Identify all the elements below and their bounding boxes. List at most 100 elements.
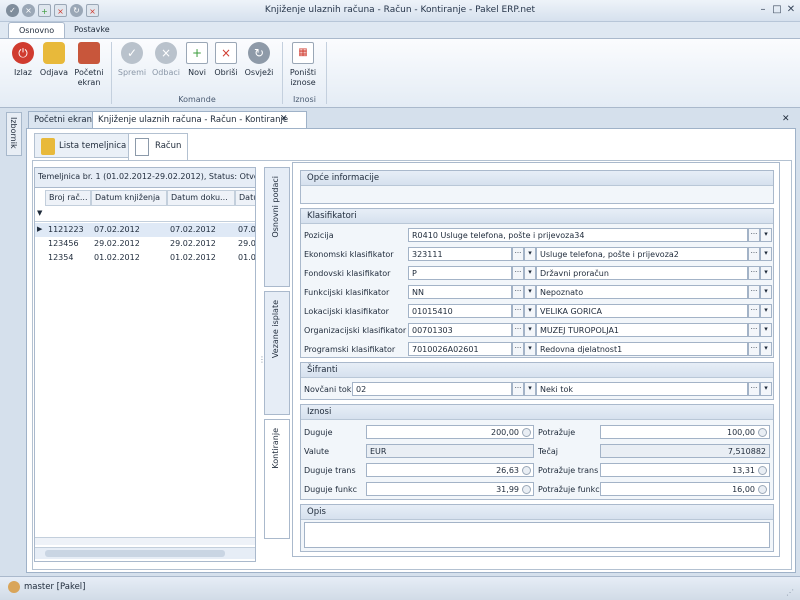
fond-name-lookup-button[interactable]: ··· [748, 266, 760, 280]
lok-name-lookup-button[interactable]: ··· [748, 304, 760, 318]
novi-button[interactable]: + Novi [184, 42, 210, 92]
obrisi-button[interactable]: × Obriši [212, 42, 240, 92]
close-icon[interactable]: ✕ [784, 4, 798, 17]
prog-name-field[interactable]: Redovna djelatnost1 [536, 342, 748, 356]
lok-lookup-button[interactable]: ··· [512, 304, 524, 318]
scroll-thumb[interactable] [45, 550, 225, 557]
org-code-field[interactable]: 00701303 [408, 323, 512, 337]
duguje-spin-icon[interactable] [522, 428, 531, 437]
cell: 29.02.2012 [94, 239, 140, 248]
novcani-tok-name-dropdown-button[interactable]: ▾ [760, 382, 772, 396]
lok-name-dropdown-button[interactable]: ▾ [760, 304, 772, 318]
doc-tab-pocetni-ekran[interactable]: Početni ekran [28, 111, 98, 128]
funk-dropdown-button[interactable]: ▾ [524, 285, 536, 299]
potrazuje-funkc-field[interactable]: 16,00 [600, 482, 770, 496]
funk-name-dropdown-button[interactable]: ▾ [760, 285, 772, 299]
lok-dropdown-button[interactable]: ▾ [524, 304, 536, 318]
odjava-button[interactable]: Odjava [38, 42, 70, 92]
ekon-code-field[interactable]: 323111 [408, 247, 512, 261]
pocetni-ekran-button[interactable]: Početni ekran [72, 42, 106, 92]
obrisi-label: Obriši [214, 68, 238, 77]
novcani-tok-name-lookup-button[interactable]: ··· [748, 382, 760, 396]
potrazuje-trans-field[interactable]: 13,31 [600, 463, 770, 477]
osvjezi-button[interactable]: ↻ Osvježi [242, 42, 276, 92]
duguje-trans-field[interactable]: 26,63 [366, 463, 534, 477]
opis-textarea[interactable] [304, 522, 770, 548]
document-icon [135, 138, 149, 156]
novcani-tok-code-field[interactable]: 02 [352, 382, 512, 396]
tab-osnovno[interactable]: Osnovno [8, 22, 66, 39]
vtab-kontiranje[interactable]: Kontiranje [264, 419, 290, 539]
novcani-tok-name-field[interactable]: Neki tok [536, 382, 748, 396]
org-name-lookup-button[interactable]: ··· [748, 323, 760, 337]
org-name-dropdown-button[interactable]: ▾ [760, 323, 772, 337]
minimize-icon[interactable]: – [756, 4, 770, 17]
racun-grid[interactable]: Temeljnica br. 1 (01.02.2012-29.02.2012)… [34, 167, 256, 562]
tecaj-field[interactable]: 7,510882 [600, 444, 770, 458]
prog-name-dropdown-button[interactable]: ▾ [760, 342, 772, 356]
novcani-tok-lookup-button[interactable]: ··· [512, 382, 524, 396]
lok-name-field[interactable]: VELIKA GORICA [536, 304, 748, 318]
side-panel-izbornik[interactable]: Izbornik [6, 112, 22, 156]
izlaz-button[interactable]: ⏻ Izlaz [8, 42, 38, 92]
doc-close-all-icon[interactable]: ✕ [782, 114, 790, 124]
potrazuje-funkc-spin-icon[interactable] [758, 485, 767, 494]
tab-postavke[interactable]: Postavke [64, 22, 120, 39]
odbaci-button[interactable]: × Odbaci [150, 42, 182, 92]
filter-row[interactable]: ▼ [35, 206, 255, 222]
funk-code-field[interactable]: NN [408, 285, 512, 299]
fond-name-dropdown-button[interactable]: ▾ [760, 266, 772, 280]
lok-code-field[interactable]: 01015410 [408, 304, 512, 318]
prog-dropdown-button[interactable]: ▾ [524, 342, 536, 356]
table-row[interactable]: 123456 29.02.2012 29.02.2012 29.0 [35, 237, 255, 251]
vtab-vezane-isplate[interactable]: Vezane isplate [264, 291, 290, 415]
funk-name-field[interactable]: Nepoznato [536, 285, 748, 299]
fond-dropdown-button[interactable]: ▾ [524, 266, 536, 280]
tab-lista-temeljnica[interactable]: Lista temeljnica [34, 133, 134, 158]
fond-name-field[interactable]: Državni proračun [536, 266, 748, 280]
org-name-field[interactable]: MUZEJ TUROPOLJA1 [536, 323, 748, 337]
pozicija-dropdown-button[interactable]: ▾ [760, 228, 772, 242]
funk-name-lookup-button[interactable]: ··· [748, 285, 760, 299]
ekon-name-dropdown-button[interactable]: ▾ [760, 247, 772, 261]
fond-code-field[interactable]: P [408, 266, 512, 280]
potrazuje-trans-spin-icon[interactable] [758, 466, 767, 475]
horizontal-scrollbar[interactable] [35, 547, 255, 559]
potrazuje-field[interactable]: 100,00 [600, 425, 770, 439]
resize-grip-icon[interactable]: ⋰ [786, 588, 794, 597]
tab-racun[interactable]: Račun [128, 133, 189, 161]
spremi-button[interactable]: ✓ Spremi [116, 42, 148, 92]
ekon-lookup-button[interactable]: ··· [512, 247, 524, 261]
valute-field[interactable]: EUR [366, 444, 534, 458]
ekon-name-lookup-button[interactable]: ··· [748, 247, 760, 261]
col-datum-knjizenja[interactable]: Datum knjiženja [91, 190, 167, 206]
duguje-trans-spin-icon[interactable] [522, 466, 531, 475]
duguje-field[interactable]: 200,00 [366, 425, 534, 439]
fond-lookup-button[interactable]: ··· [512, 266, 524, 280]
vtab-osnovni-podaci[interactable]: Osnovni podaci [264, 167, 290, 287]
table-row[interactable]: ▶ 1121223 07.02.2012 07.02.2012 07.0 [35, 223, 255, 237]
ekon-name-field[interactable]: Usluge telefona, pošte i prijevoza2 [536, 247, 748, 261]
funk-lookup-button[interactable]: ··· [512, 285, 524, 299]
col-broj-racuna[interactable]: Broj rač... [45, 190, 91, 206]
ekon-dropdown-button[interactable]: ▾ [524, 247, 536, 261]
potrazuje-spin-icon[interactable] [758, 428, 767, 437]
pozicija-lookup-button[interactable]: ··· [748, 228, 760, 242]
doc-tab-kontiranje[interactable]: Knjiženje ulaznih računa - Račun - Konti… [92, 111, 308, 128]
prog-lookup-button[interactable]: ··· [512, 342, 524, 356]
table-row[interactable]: 12354 01.02.2012 01.02.2012 01.0 [35, 251, 255, 265]
prog-name-lookup-button[interactable]: ··· [748, 342, 760, 356]
maximize-icon[interactable]: □ [770, 4, 784, 17]
ponisti-iznose-button[interactable]: ▦ Poništi iznose [286, 42, 320, 92]
col-datum[interactable]: Datum [235, 190, 255, 206]
novcani-tok-label: Novčani tok [304, 385, 352, 394]
pozicija-field[interactable]: R0410 Usluge telefona, pošte i prijevoza… [408, 228, 748, 242]
duguje-funkc-field[interactable]: 31,99 [366, 482, 534, 496]
prog-code-field[interactable]: 7010026A02601 [408, 342, 512, 356]
org-dropdown-button[interactable]: ▾ [524, 323, 536, 337]
org-lookup-button[interactable]: ··· [512, 323, 524, 337]
novcani-tok-dropdown-button[interactable]: ▾ [524, 382, 536, 396]
duguje-funkc-spin-icon[interactable] [522, 485, 531, 494]
col-datum-dokumenta[interactable]: Datum doku... [167, 190, 235, 206]
doc-tab-close-icon[interactable]: ✕ [280, 114, 288, 124]
